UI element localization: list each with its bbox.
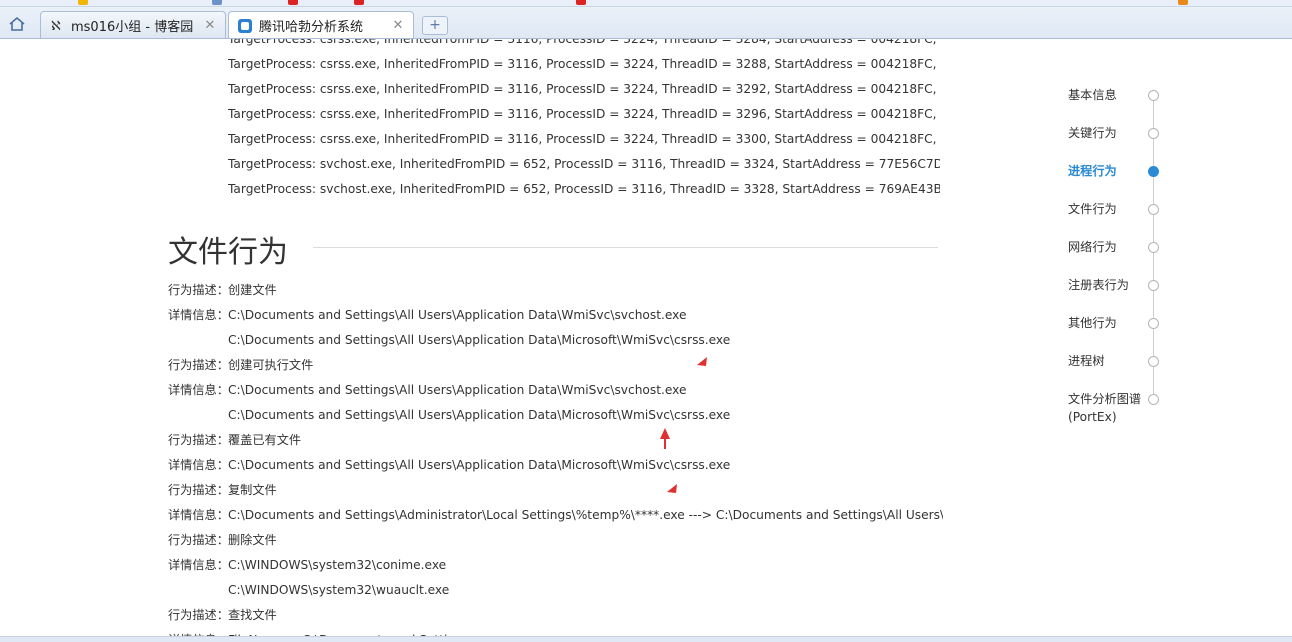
svg-text:ℵ: ℵ — [51, 19, 61, 32]
row-label: 详情信息： — [168, 308, 229, 322]
list-item: 详情信息： C:\Documents and Settings\All Users… — [168, 378, 943, 403]
row-label: 行为描述： — [168, 533, 229, 547]
row-value: 创建文件 — [228, 283, 277, 297]
nav-dot-icon[interactable] — [1148, 128, 1159, 139]
list-item: 行为描述： 创建可执行文件 — [168, 353, 943, 378]
side-nav-item-network-behavior[interactable]: 网络行为 — [1068, 238, 1153, 256]
nav-dot-active-icon[interactable] — [1148, 166, 1159, 177]
side-nav-item-registry-behavior[interactable]: 注册表行为 — [1068, 276, 1153, 294]
list-item: TargetProcess: csrss.exe, InheritedFromP… — [228, 39, 940, 46]
list-item: TargetProcess: csrss.exe, InheritedFromP… — [228, 82, 940, 96]
divider — [313, 247, 938, 248]
list-item: TargetProcess: svchost.exe, InheritedFro… — [228, 182, 940, 196]
nav-dot-icon[interactable] — [1148, 356, 1159, 367]
home-button[interactable] — [6, 14, 28, 34]
red-arrow-icon — [660, 428, 670, 449]
list-item: 详情信息： C:\WINDOWS\system32\conime.exe — [168, 553, 943, 578]
habo-favicon-icon — [237, 18, 253, 34]
row-label: 详情信息： — [168, 383, 229, 397]
nav-dot-icon[interactable] — [1148, 394, 1159, 405]
side-nav-item-basic-info[interactable]: 基本信息 — [1068, 86, 1153, 104]
list-item: 行为描述： 创建文件 — [168, 278, 943, 303]
nav-dot-icon[interactable] — [1148, 242, 1159, 253]
list-item: 详情信息： C:\Documents and Settings\All Users… — [168, 303, 943, 328]
new-tab-button[interactable]: + — [422, 16, 448, 35]
side-nav-item-process-behavior[interactable]: 进程行为 — [1068, 162, 1153, 180]
row-value: C:\Documents and Settings\All Users\Appl… — [228, 333, 731, 347]
list-item: TargetProcess: csrss.exe, InheritedFromP… — [228, 57, 940, 71]
side-nav-item-process-tree[interactable]: 进程树 — [1068, 352, 1153, 370]
close-icon[interactable]: ✕ — [391, 18, 405, 33]
list-item: TargetProcess: csrss.exe, InheritedFromP… — [228, 132, 940, 146]
section-title: 文件行为 — [168, 235, 288, 270]
row-value: 查找文件 — [228, 608, 277, 622]
row-label: 行为描述： — [168, 283, 229, 297]
row-label: 详情信息： — [168, 458, 229, 472]
row-value: C:\WINDOWS\system32\conime.exe — [228, 558, 447, 572]
list-item: C:\WINDOWS\system32\wuauclt.exe — [168, 578, 943, 603]
nav-dot-icon[interactable] — [1148, 204, 1159, 215]
blog-favicon-icon: ℵ — [49, 17, 65, 33]
row-label: 详情信息： — [168, 508, 229, 522]
red-arrow-icon — [697, 357, 707, 366]
row-value: 覆盖已有文件 — [228, 433, 302, 447]
row-value: 复制文件 — [228, 483, 277, 497]
bookmarks-bar — [0, 0, 1292, 7]
side-nav-item-file-graph[interactable]: 文件分析图谱(PortEx) — [1068, 390, 1148, 426]
row-value: C:\Documents and Settings\All Users\Appl… — [228, 383, 687, 397]
list-item: 详情信息： C:\Documents and Settings\All Users… — [168, 453, 943, 478]
row-value: C:\Documents and Settings\All Users\Appl… — [228, 408, 731, 422]
list-item: 行为描述： 查找文件 — [168, 603, 943, 628]
list-item: 行为描述： 复制文件 — [168, 478, 943, 503]
row-value: 创建可执行文件 — [228, 358, 314, 372]
list-item: C:\Documents and Settings\All Users\Appl… — [168, 328, 943, 353]
list-item: TargetProcess: csrss.exe, InheritedFromP… — [228, 107, 940, 121]
row-value: C:\Documents and Settings\All Users\Appl… — [228, 458, 731, 472]
list-item: C:\Documents and Settings\All Users\Appl… — [168, 403, 943, 428]
tab-title: ms016小组 - 博客园 — [71, 19, 194, 35]
list-item: 详情信息： C:\Documents and Settings\Administr… — [168, 503, 943, 528]
row-value: C:\Documents and Settings\Administrator\… — [228, 508, 943, 522]
red-arrow-icon — [667, 484, 677, 493]
row-value: C:\Documents and Settings\All Users\Appl… — [228, 308, 687, 322]
nav-dot-icon[interactable] — [1148, 90, 1159, 101]
row-value: C:\WINDOWS\system32\wuauclt.exe — [228, 583, 450, 597]
side-nav-item-other-behavior[interactable]: 其他行为 — [1068, 314, 1153, 332]
list-item: TargetProcess: svchost.exe, InheritedFro… — [228, 157, 940, 171]
file-behavior-list: 行为描述： 创建文件 详情信息： C:\Documents and Settings… — [168, 278, 943, 641]
list-item: 行为描述： 删除文件 — [168, 528, 943, 553]
side-nav-item-key-behavior[interactable]: 关键行为 — [1068, 124, 1153, 142]
tab-blog[interactable]: ℵ ms016小组 - 博客园 ✕ — [40, 11, 226, 38]
row-label: 详情信息： — [168, 558, 229, 572]
side-nav-item-file-behavior[interactable]: 文件行为 — [1068, 200, 1153, 218]
row-label: 行为描述： — [168, 608, 229, 622]
nav-dot-icon[interactable] — [1148, 280, 1159, 291]
row-label: 行为描述： — [168, 433, 229, 447]
row-value: 删除文件 — [228, 533, 277, 547]
tab-title: 腾讯哈勃分析系统 — [259, 20, 364, 35]
row-label: 行为描述： — [168, 483, 229, 497]
process-behavior-list: TargetProcess: csrss.exe, InheritedFromP… — [228, 39, 940, 202]
nav-dot-icon[interactable] — [1148, 318, 1159, 329]
status-bar — [0, 636, 1292, 642]
browser-chrome: ℵ ms016小组 - 博客园 ✕ 腾讯哈勃分析系统 ✕ + — [0, 0, 1292, 39]
list-item: 行为描述： 覆盖已有文件 — [168, 428, 943, 453]
home-icon — [9, 16, 25, 31]
close-icon[interactable]: ✕ — [203, 18, 217, 33]
tab-habo[interactable]: 腾讯哈勃分析系统 ✕ — [228, 11, 414, 38]
row-label: 行为描述： — [168, 358, 229, 372]
